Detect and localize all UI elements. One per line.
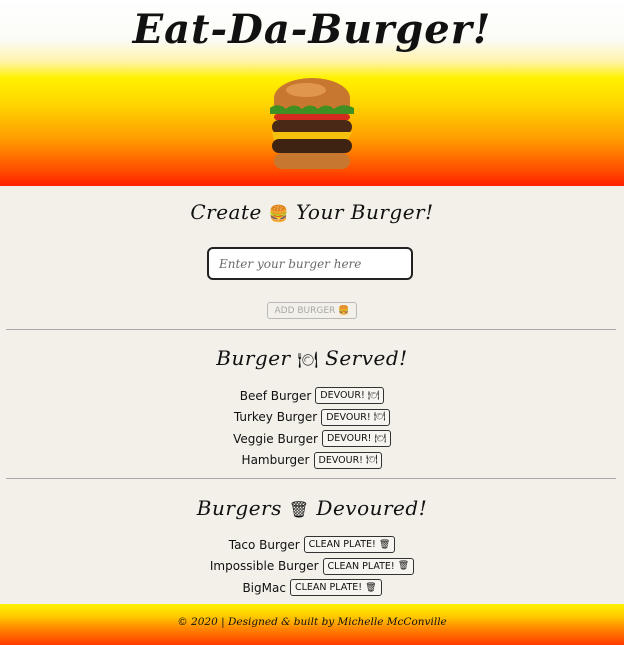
clean-plate-label: CLEAN PLATE!	[308, 539, 376, 551]
list-item: BigMac CLEAN PLATE! 🗑	[242, 577, 382, 599]
list-item: Turkey Burger DEVOUR! 🍽	[233, 407, 391, 429]
devoured-list: Taco Burger CLEAN PLATE! 🗑 Impossible Bu…	[0, 534, 624, 599]
devoured-title-text-2: Devoured!	[316, 496, 428, 520]
clean-plate-button[interactable]: CLEAN PLATE! 🗑	[303, 536, 396, 554]
footer-credit: © 2020 | Designed & built by Michelle Mc…	[177, 616, 447, 628]
devour-button[interactable]: DEVOUR! 🍽	[313, 451, 383, 469]
list-item: Veggie Burger DEVOUR! 🍽	[233, 428, 391, 450]
plate-icon: 🍽	[367, 390, 380, 401]
served-title-text: Burger	[216, 346, 291, 370]
clean-plate-button[interactable]: CLEAN PLATE! 🗑	[289, 579, 382, 597]
trash-icon: 🗑	[365, 582, 377, 593]
header-banner: Eat-Da-Burger!	[0, 0, 624, 186]
served-section-title: Burger 🍽 Served!	[0, 346, 624, 370]
site-title: Eat-Da-Burger!	[132, 6, 492, 53]
clean-plate-label: CLEAN PLATE!	[294, 582, 363, 594]
create-title-text: Create	[190, 200, 262, 224]
served-title-text-2: Served!	[325, 346, 408, 370]
footer: © 2020 | Designed & built by Michelle Mc…	[0, 604, 624, 645]
plate-icon: 🍽	[297, 350, 319, 369]
devoured-title-text: Burgers	[196, 496, 282, 520]
trash-icon: 🗑	[378, 539, 391, 550]
burger-name-input[interactable]	[207, 247, 413, 280]
add-burger-button[interactable]: ADD BURGER 🍔	[267, 302, 357, 319]
create-section-title: Create 🍔 Your Burger!	[0, 200, 624, 224]
burger-name: Impossible Burger	[209, 559, 319, 574]
devoured-section-title: Burgers 🗑 Devoured!	[0, 496, 624, 520]
served-list: Beef Burger DEVOUR! 🍽 Turkey Burger DEVO…	[0, 385, 624, 471]
list-item: Taco Burger CLEAN PLATE! 🗑	[229, 534, 396, 556]
burger-name: Veggie Burger	[233, 431, 318, 446]
devour-button[interactable]: DEVOUR! 🍽	[321, 430, 391, 448]
devour-label: DEVOUR!	[326, 411, 371, 423]
burger-name: Beef Burger	[239, 388, 312, 403]
plate-icon: 🍽	[366, 455, 378, 466]
plate-icon: 🍽	[374, 433, 386, 444]
burger-name: Taco Burger	[228, 537, 300, 552]
devour-button[interactable]: DEVOUR! 🍽	[321, 408, 391, 426]
devour-label: DEVOUR!	[318, 454, 364, 466]
devour-label: DEVOUR!	[326, 433, 372, 445]
burger-name: Hamburger	[241, 453, 310, 468]
add-burger-label: ADD BURGER	[274, 305, 336, 316]
clean-plate-label: CLEAN PLATE!	[327, 560, 395, 572]
burger-image	[270, 78, 354, 169]
create-title-text-2: Your Burger!	[295, 200, 434, 224]
divider	[6, 329, 616, 330]
list-item: Beef Burger DEVOUR! 🍽	[239, 385, 385, 407]
burger-name: Turkey Burger	[233, 410, 318, 425]
trash-icon: 🗑	[288, 500, 310, 519]
burger-name: BigMac	[242, 580, 286, 595]
burger-icon: 🍔	[338, 305, 350, 316]
devour-label: DEVOUR!	[320, 390, 365, 402]
burger-icon: 🍔	[268, 204, 290, 223]
trash-icon: 🗑	[397, 561, 410, 572]
devour-button[interactable]: DEVOUR! 🍽	[315, 387, 385, 405]
list-item: Hamburger DEVOUR! 🍽	[242, 450, 383, 472]
clean-plate-button[interactable]: CLEAN PLATE! 🗑	[322, 557, 415, 575]
divider	[6, 478, 616, 479]
plate-icon: 🍽	[373, 412, 386, 423]
list-item: Impossible Burger CLEAN PLATE! 🗑	[209, 556, 415, 578]
